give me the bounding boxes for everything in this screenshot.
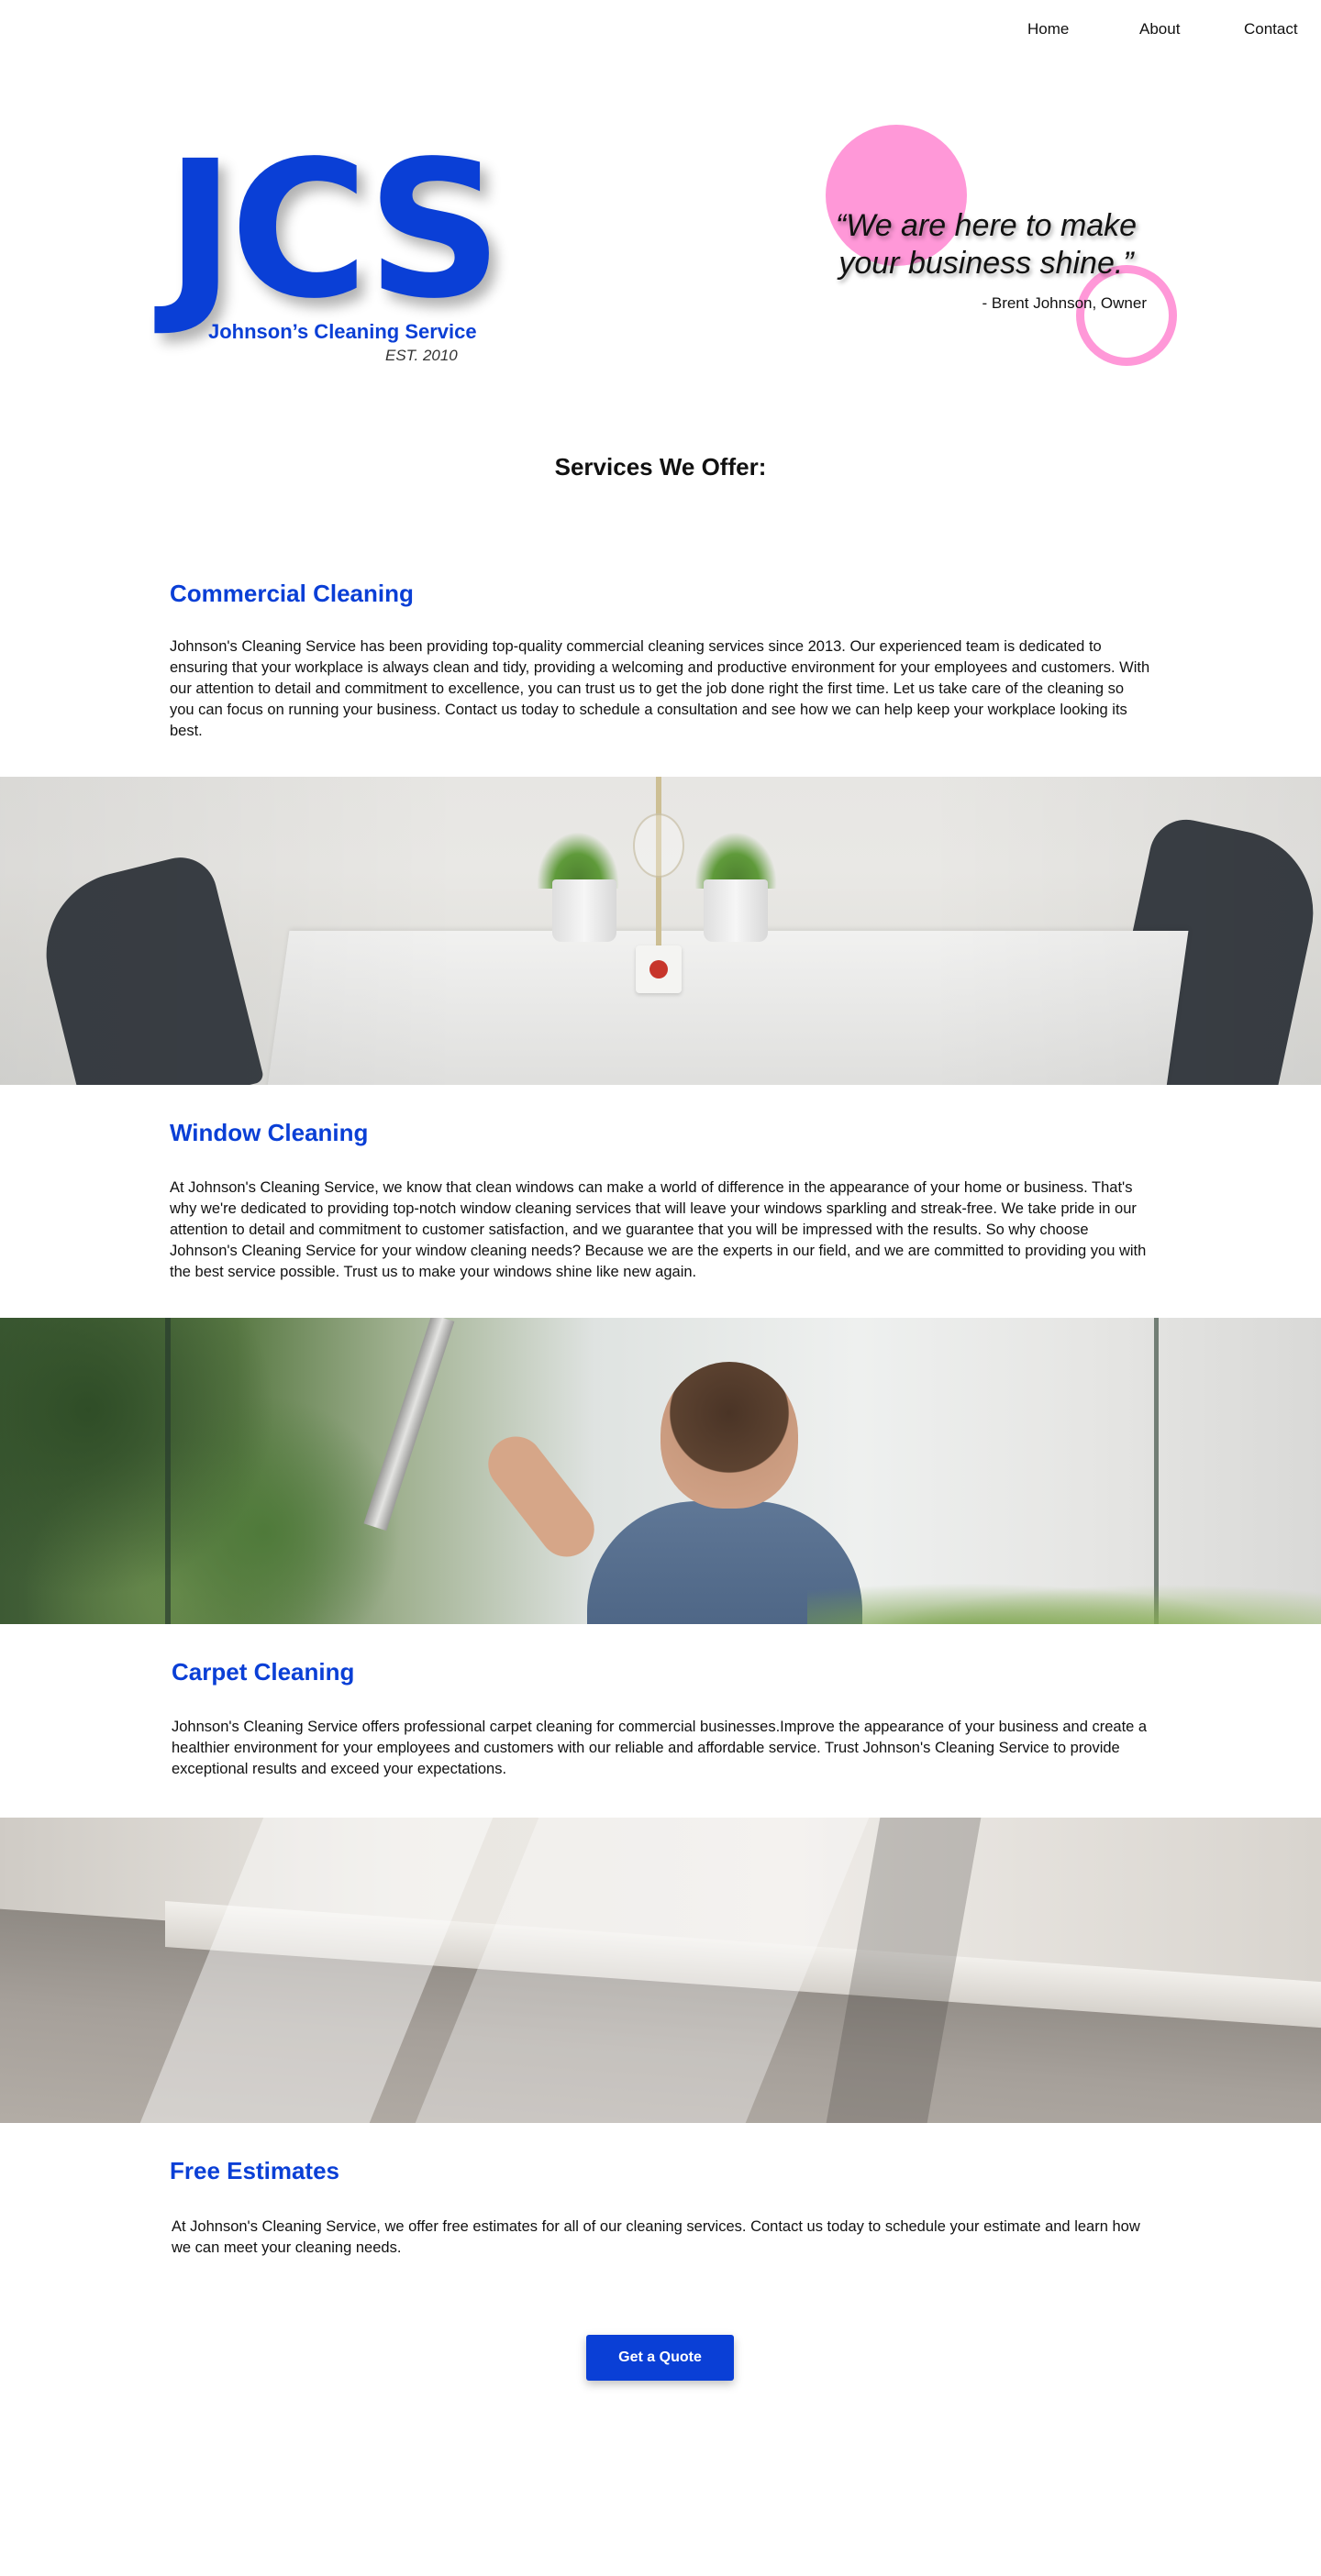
section-body-free-estimates: At Johnson's Cleaning Service, we offer … — [172, 2218, 1140, 2256]
logo-established: EST. 2010 — [385, 347, 458, 364]
hero-quote-author: - Brent Johnson, Owner — [982, 294, 1147, 312]
bush — [807, 1575, 1321, 1624]
window-frame-left — [165, 1318, 171, 1624]
worker-arm — [477, 1425, 605, 1568]
section-title-carpet-cleaning: Carpet Cleaning — [172, 1658, 355, 1686]
section-body-commercial-cleaning: Johnson's Cleaning Service has been prov… — [170, 638, 1150, 739]
office-photo — [0, 777, 1321, 1085]
nav-link-about[interactable]: About — [1139, 20, 1180, 39]
wall-shade — [0, 777, 1321, 1085]
carpet-photo — [0, 1818, 1321, 2123]
services-heading: Services We Offer: — [554, 453, 767, 481]
hero-quote: “We are here to make your business shine… — [835, 208, 1138, 281]
brand-logo: JCS Johnson’s Cleaning Service EST. 2010 — [165, 120, 505, 364]
nav-link-contact[interactable]: Contact — [1244, 20, 1298, 39]
logo-company-name: Johnson’s Cleaning Service — [208, 320, 477, 343]
worker-head — [660, 1362, 798, 1509]
nav-link-home[interactable]: Home — [1027, 20, 1069, 39]
window-cleaning-photo — [0, 1318, 1321, 1624]
section-title-free-estimates: Free Estimates — [170, 2157, 339, 2184]
section-body-carpet-cleaning: Johnson's Cleaning Service offers profes… — [172, 1719, 1148, 1777]
section-title-window-cleaning: Window Cleaning — [170, 1119, 369, 1146]
foliage — [0, 1318, 440, 1624]
logo-mark: JCS — [165, 120, 503, 340]
top-nav: Home About Contact — [0, 20, 1321, 46]
section-body-window-cleaning: At Johnson's Cleaning Service, we know t… — [170, 1179, 1147, 1280]
get-a-quote-button[interactable]: Get a Quote — [586, 2335, 734, 2381]
section-title-commercial-cleaning: Commercial Cleaning — [170, 580, 414, 607]
